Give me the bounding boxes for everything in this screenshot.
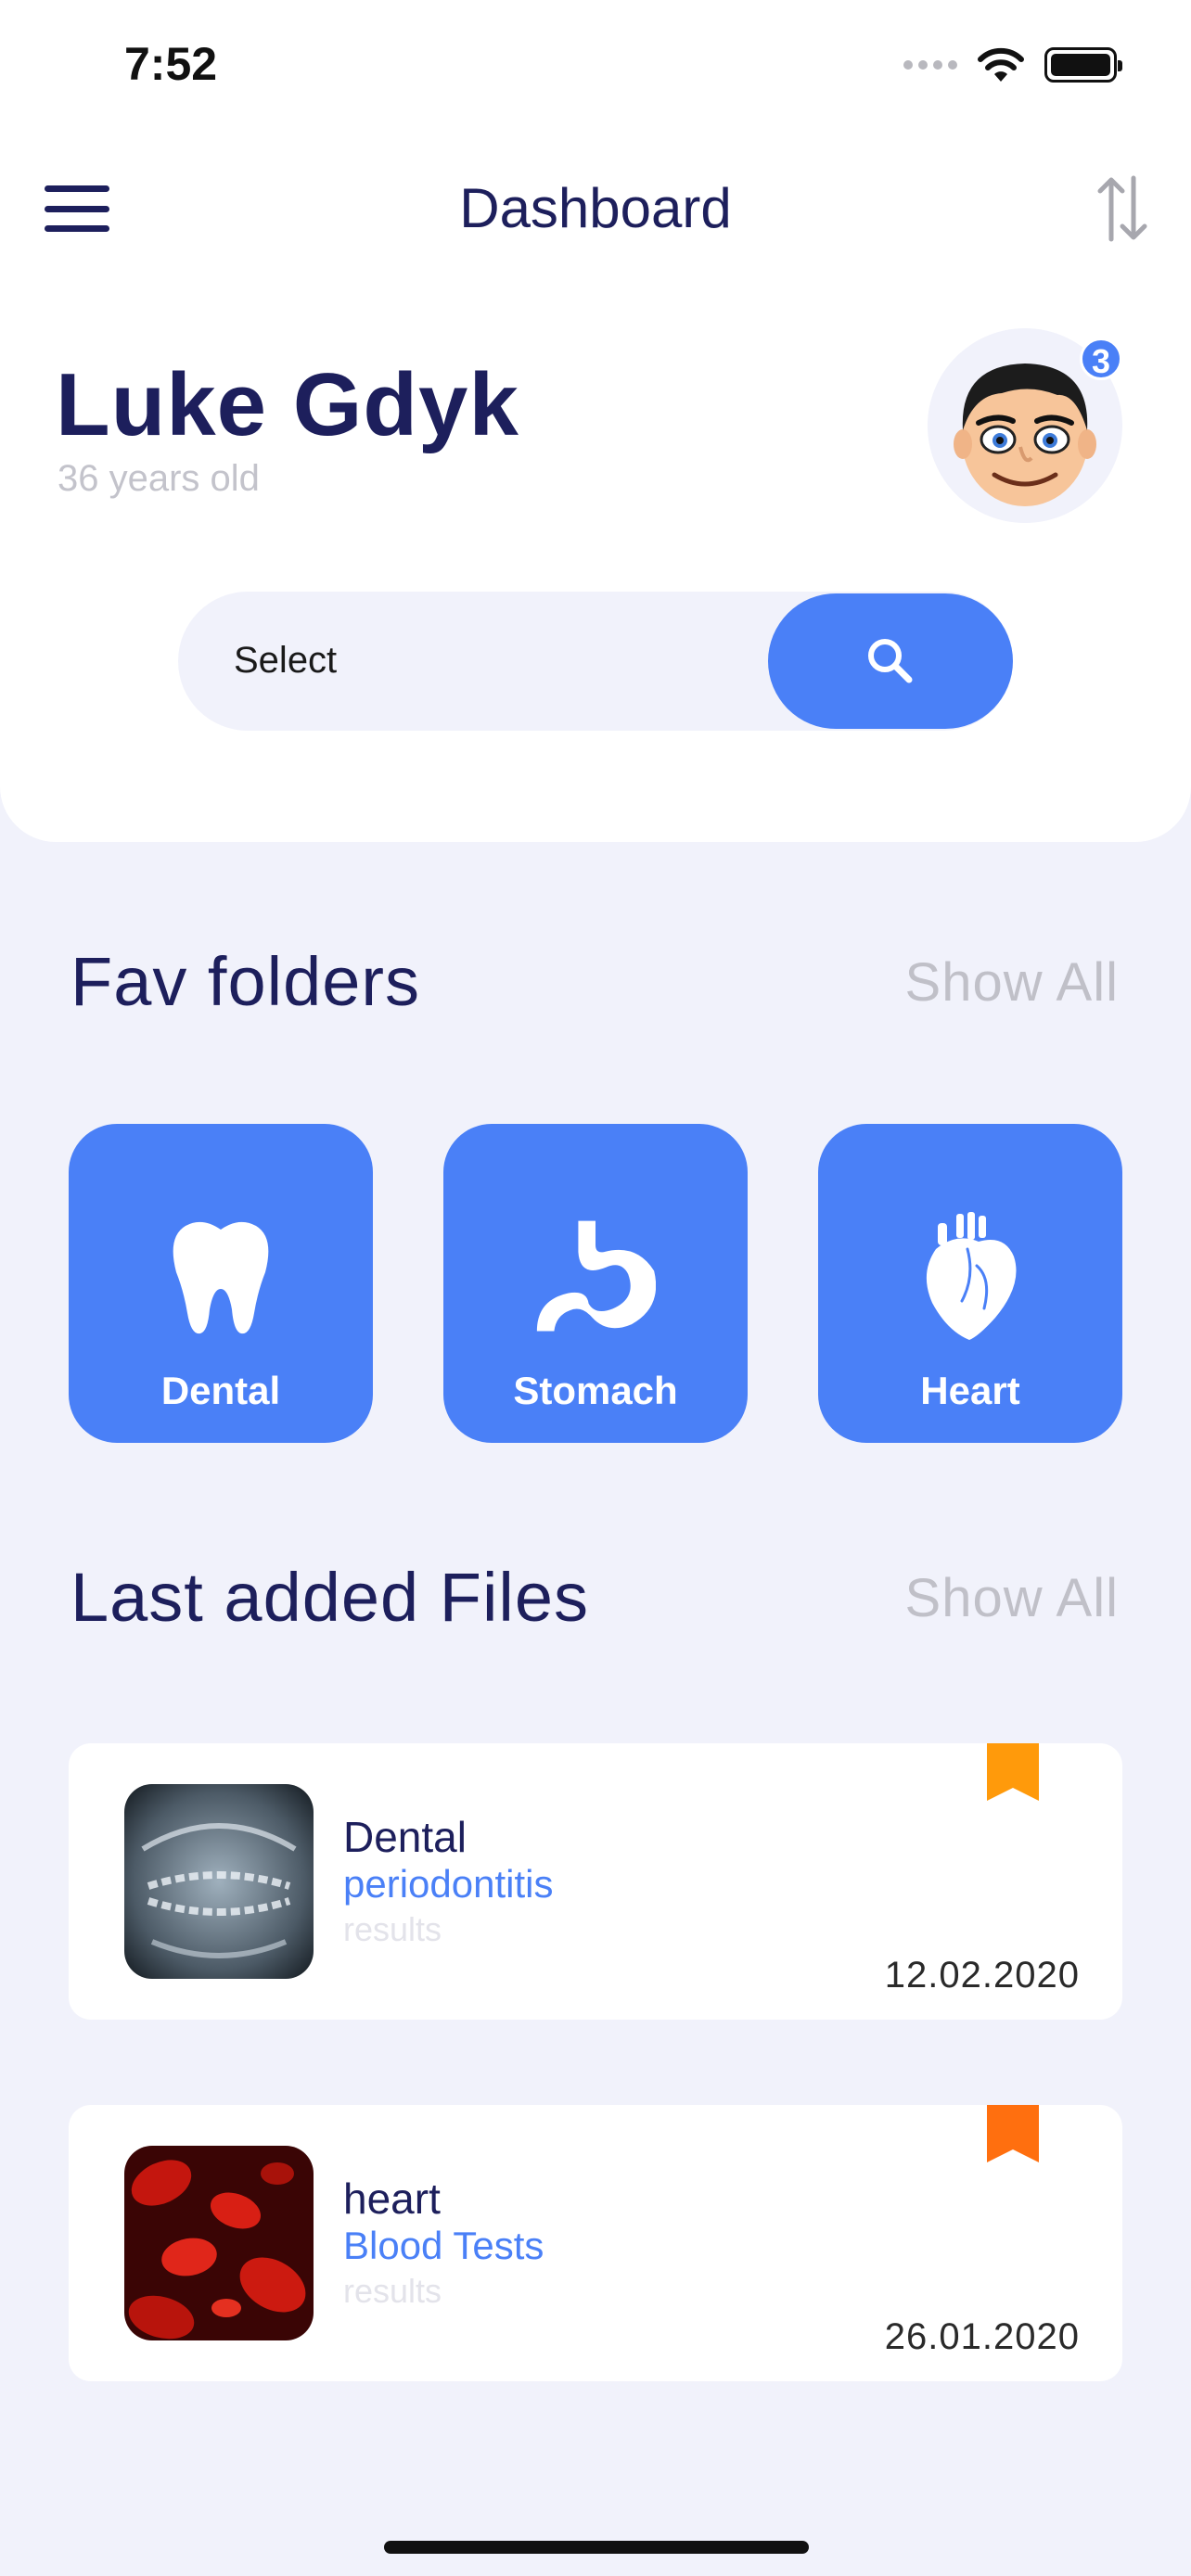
folder-dental[interactable]: Dental bbox=[69, 1124, 373, 1443]
fav-folders-list: Dental Stomach Heart bbox=[69, 1124, 1122, 1443]
home-indicator[interactable] bbox=[384, 2541, 809, 2554]
bookmark-icon[interactable] bbox=[987, 2105, 1039, 2162]
file-subtitle: Blood Tests bbox=[343, 2224, 544, 2267]
last-files-show-all[interactable]: Show All bbox=[905, 1567, 1119, 1629]
file-title: heart bbox=[343, 2174, 441, 2223]
heart-organ-icon bbox=[926, 1212, 1017, 1340]
file-note: results bbox=[343, 2272, 442, 2310]
folder-label: Stomach bbox=[513, 1369, 678, 1412]
search-icon bbox=[868, 639, 913, 683]
search-button[interactable] bbox=[768, 593, 1013, 729]
status-time: 7:52 bbox=[124, 38, 218, 90]
folder-label: Dental bbox=[160, 1369, 281, 1412]
stomach-icon bbox=[536, 1220, 656, 1332]
battery-icon bbox=[1044, 47, 1122, 83]
file-card[interactable]: heart Blood Tests results 26.01.2020 bbox=[69, 2105, 1122, 2381]
signal-icon bbox=[903, 60, 957, 70]
wifi-icon bbox=[978, 47, 1024, 82]
dental-xray-thumbnail bbox=[124, 1784, 314, 1979]
file-subtitle: periodontitis bbox=[343, 1862, 554, 1906]
last-files-title: Last added Files bbox=[70, 1559, 590, 1636]
notification-badge: 3 bbox=[1080, 338, 1122, 380]
status-icons bbox=[903, 46, 1122, 83]
blood-cells-thumbnail bbox=[124, 2146, 314, 2340]
file-date: 12.02.2020 bbox=[884, 1955, 1080, 1996]
sort-icon[interactable] bbox=[1096, 174, 1148, 243]
tooth-icon bbox=[173, 1221, 269, 1334]
folder-stomach[interactable]: Stomach bbox=[443, 1124, 748, 1443]
file-date: 26.01.2020 bbox=[884, 2316, 1080, 2357]
fav-folders-title: Fav folders bbox=[70, 943, 421, 1020]
file-card[interactable]: Dental periodontitis results 12.02.2020 bbox=[69, 1743, 1122, 2020]
bookmark-icon[interactable] bbox=[987, 1743, 1039, 1801]
fav-folders-show-all[interactable]: Show All bbox=[905, 951, 1119, 1014]
page-title: Dashboard bbox=[459, 177, 732, 239]
file-note: results bbox=[343, 1910, 442, 1948]
search-select-input[interactable]: Select bbox=[234, 640, 337, 682]
folder-heart[interactable]: Heart bbox=[818, 1124, 1122, 1443]
user-age: 36 years old bbox=[58, 458, 260, 499]
folder-label: Heart bbox=[920, 1369, 1020, 1412]
file-title: Dental bbox=[343, 1813, 467, 1861]
search-bar[interactable]: Select bbox=[178, 592, 1013, 731]
user-name: Luke Gdyk bbox=[56, 355, 519, 454]
